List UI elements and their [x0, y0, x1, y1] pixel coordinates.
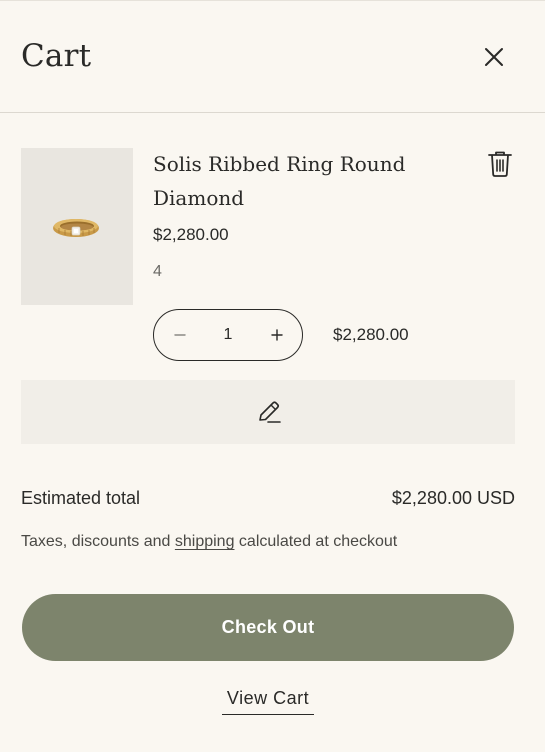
page-title: Cart — [21, 38, 92, 74]
estimated-total-value: $2,280.00 USD — [391, 488, 515, 508]
decrease-quantity-button[interactable] — [168, 323, 192, 347]
minus-icon — [174, 334, 186, 336]
checkout-button[interactable]: Check Out — [22, 594, 514, 661]
trash-icon — [488, 151, 512, 177]
tax-note: Taxes, discounts and shipping calculated… — [21, 531, 397, 553]
close-icon — [485, 48, 503, 66]
increase-quantity-button[interactable] — [265, 323, 289, 347]
tax-note-prefix: Taxes, discounts and — [21, 533, 175, 550]
pencil-icon — [259, 401, 281, 423]
plus-icon — [271, 329, 283, 341]
quantity-stepper: 1 — [153, 309, 303, 361]
estimated-total-label: Estimated total — [21, 488, 141, 508]
tax-note-suffix: calculated at checkout — [234, 533, 398, 550]
line-total: $2,280.00 — [333, 325, 409, 344]
quantity-input[interactable]: 1 — [210, 322, 246, 348]
shipping-link[interactable]: shipping — [175, 533, 235, 550]
product-price: $2,280.00 — [153, 225, 229, 244]
view-cart-link[interactable]: View Cart — [222, 686, 314, 715]
product-name[interactable]: Solis Ribbed Ring Round Diamond — [153, 147, 453, 215]
product-option: 4 — [153, 263, 162, 280]
edit-item-button[interactable] — [21, 380, 515, 444]
close-button[interactable] — [478, 41, 510, 73]
ring-image — [53, 219, 99, 237]
cart-header: Cart — [0, 0, 545, 113]
product-image[interactable] — [21, 148, 133, 305]
delete-item-button[interactable] — [486, 149, 514, 179]
